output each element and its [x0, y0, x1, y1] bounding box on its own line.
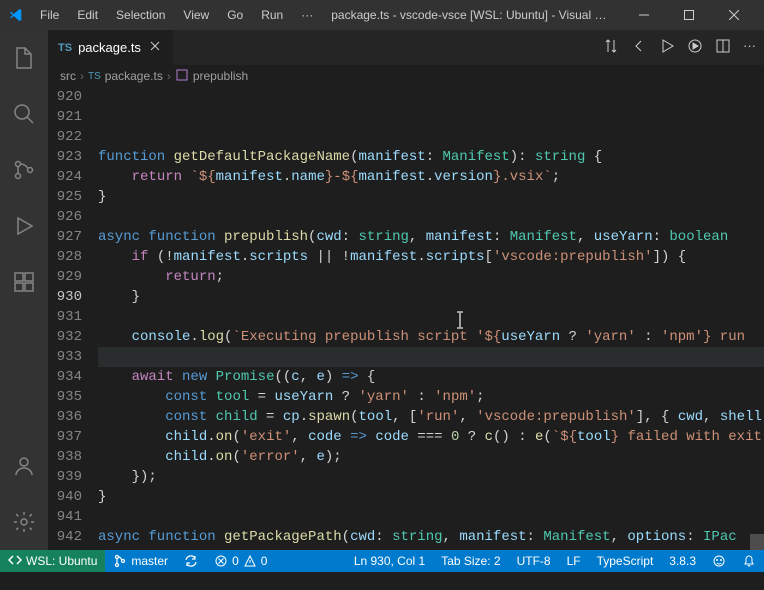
menu-file[interactable]: File: [32, 4, 67, 26]
source-control-icon[interactable]: [0, 150, 48, 190]
remote-label: WSL: Ubuntu: [26, 554, 97, 568]
window-title: package.ts - vscode-vsce [WSL: Ubuntu] -…: [321, 8, 621, 22]
run-icon[interactable]: [659, 38, 675, 57]
explorer-icon[interactable]: [0, 38, 48, 78]
vertical-scrollbar[interactable]: [750, 144, 764, 550]
more-actions-icon[interactable]: ···: [743, 38, 756, 57]
editor-actions: ···: [603, 38, 756, 57]
extensions-icon[interactable]: [0, 262, 48, 302]
problems[interactable]: 0 0: [206, 554, 275, 568]
titlebar: FileEditSelectionViewGoRun··· package.ts…: [0, 0, 764, 30]
error-count: 0: [232, 554, 239, 568]
tab-size[interactable]: Tab Size: 2: [433, 554, 508, 568]
cursor-position[interactable]: Ln 930, Col 1: [346, 554, 433, 568]
menu-go[interactable]: Go: [219, 4, 251, 26]
code-editor[interactable]: 9209219229239249259269279289299309319329…: [48, 87, 764, 550]
compare-changes-icon[interactable]: [603, 38, 619, 57]
encoding[interactable]: UTF-8: [509, 554, 559, 568]
vscode-logo-icon: [8, 7, 24, 23]
tab-label: package.ts: [78, 40, 141, 55]
menu-edit[interactable]: Edit: [69, 4, 106, 26]
run-debug-icon[interactable]: [0, 206, 48, 246]
code-lines[interactable]: function getDefaultPackageName(manifest:…: [98, 87, 764, 550]
menu-···[interactable]: ···: [293, 4, 321, 26]
settings-gear-icon[interactable]: [0, 502, 48, 542]
typescript-file-icon: TS: [58, 42, 72, 54]
method-icon: [175, 68, 189, 85]
breadcrumb-src[interactable]: src: [60, 69, 76, 83]
warning-count: 0: [261, 554, 268, 568]
git-branch[interactable]: master: [105, 554, 176, 568]
minimize-button[interactable]: [621, 0, 666, 30]
ts-version[interactable]: 3.8.3: [661, 554, 704, 568]
editor-area: TS package.ts ··· src › TS package.ts ›: [48, 30, 764, 550]
typescript-file-icon: TS: [88, 71, 101, 82]
chevron-right-icon: ›: [167, 69, 171, 83]
sync-button[interactable]: [176, 554, 206, 568]
breadcrumb-file[interactable]: package.ts: [105, 69, 163, 83]
account-icon[interactable]: [0, 446, 48, 486]
breadcrumb[interactable]: src › TS package.ts › prepublish: [48, 65, 764, 87]
breadcrumb-symbol[interactable]: prepublish: [193, 69, 248, 83]
eol[interactable]: LF: [559, 554, 589, 568]
language-mode[interactable]: TypeScript: [589, 554, 662, 568]
activity-bar: [0, 30, 48, 550]
remote-indicator[interactable]: WSL: Ubuntu: [0, 550, 105, 572]
split-editor-icon[interactable]: [715, 38, 731, 57]
close-button[interactable]: [711, 0, 756, 30]
line-gutter: 9209219229239249259269279289299309319329…: [48, 87, 98, 550]
menu-run[interactable]: Run: [253, 4, 291, 26]
menu-view[interactable]: View: [175, 4, 217, 26]
window-controls: [621, 0, 756, 30]
menu-selection[interactable]: Selection: [108, 4, 173, 26]
tab-bar: TS package.ts ···: [48, 30, 764, 65]
scroll-thumb[interactable]: [750, 534, 764, 550]
chevron-right-icon: ›: [80, 69, 84, 83]
maximize-button[interactable]: [666, 0, 711, 30]
branch-label: master: [131, 554, 168, 568]
go-back-icon[interactable]: [631, 38, 647, 57]
menubar: FileEditSelectionViewGoRun···: [32, 4, 321, 26]
status-bar: WSL: Ubuntu master 0 0 Ln 930, Col 1 Tab…: [0, 550, 764, 572]
close-icon[interactable]: [147, 38, 163, 57]
run-above-icon[interactable]: [687, 38, 703, 57]
notifications-icon[interactable]: [734, 554, 764, 568]
search-icon[interactable]: [0, 94, 48, 134]
feedback-icon[interactable]: [704, 554, 734, 568]
tab-package-ts[interactable]: TS package.ts: [48, 30, 174, 65]
